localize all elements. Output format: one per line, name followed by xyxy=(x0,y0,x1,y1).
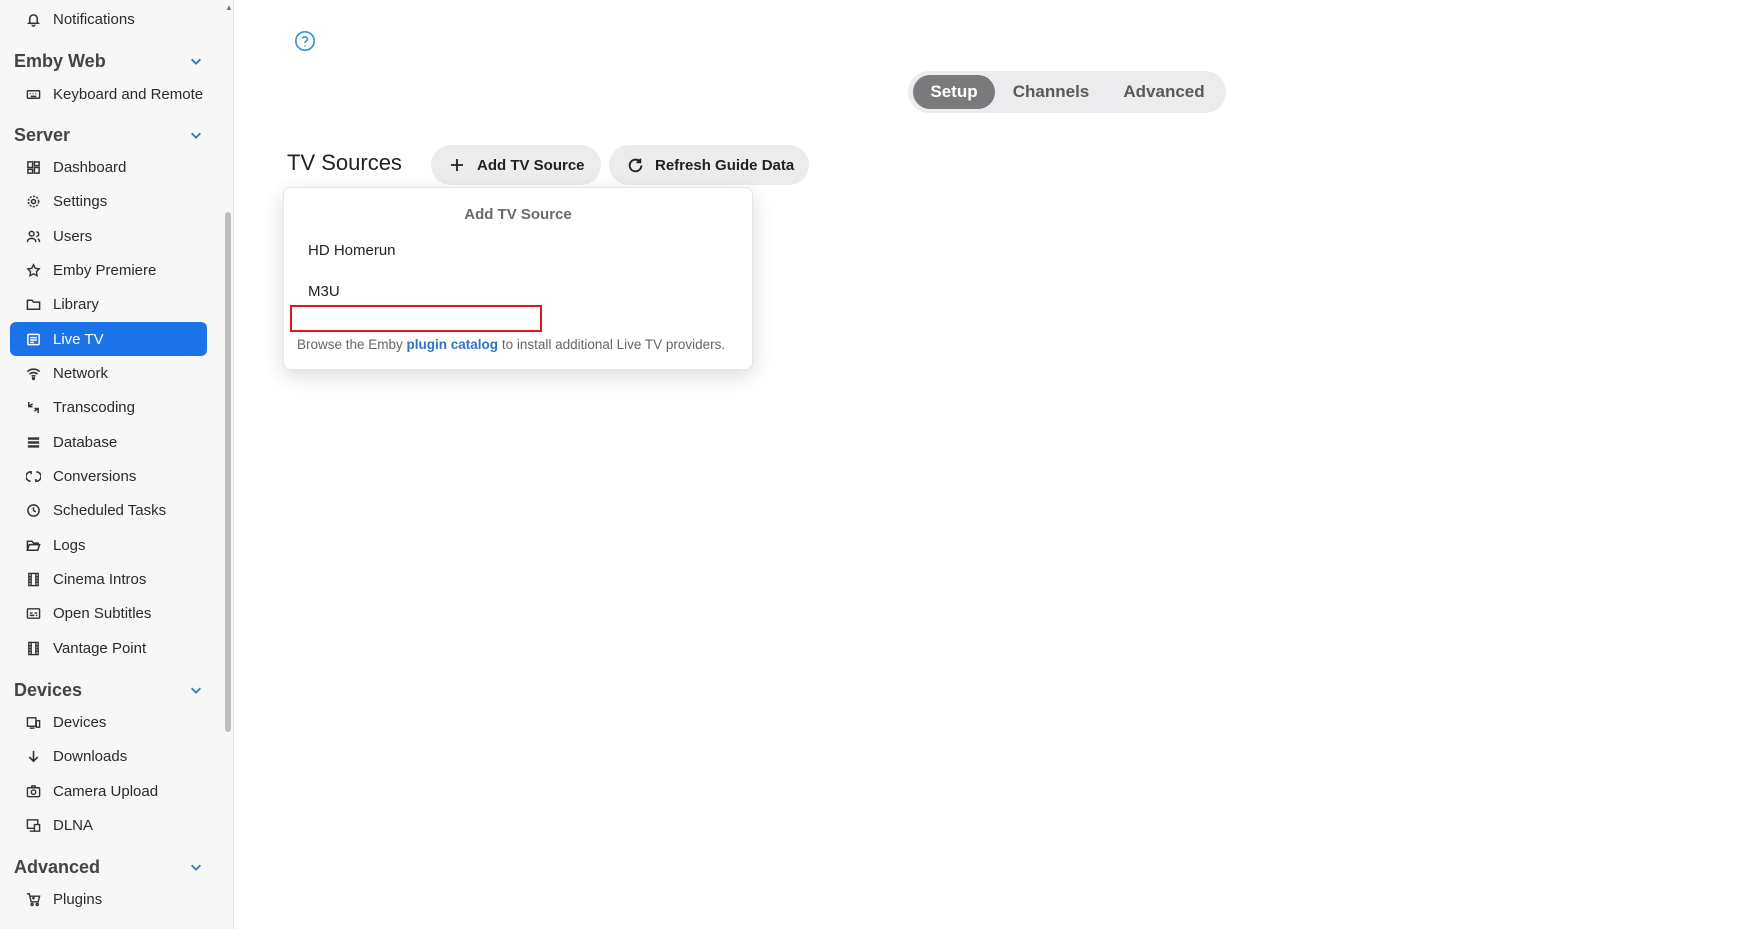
sidebar-item-open-subtitles[interactable]: Open Subtitles xyxy=(10,596,207,630)
sidebar-item-notifications[interactable]: Notifications xyxy=(10,2,207,36)
clock-icon xyxy=(24,501,42,519)
folder-open-icon xyxy=(24,536,42,554)
chevron-down-icon xyxy=(191,687,201,694)
dashboard-icon xyxy=(24,158,42,176)
wifi-icon xyxy=(24,364,42,382)
footer-text-suffix: to install additional Live TV providers. xyxy=(498,337,726,352)
transcode-icon xyxy=(24,398,42,416)
conversion-icon xyxy=(24,467,42,485)
section-devices[interactable]: Devices xyxy=(14,677,207,703)
devices-icon xyxy=(24,713,42,731)
refresh-icon xyxy=(627,156,645,174)
bell-icon xyxy=(24,10,42,28)
sidebar-item-conversions[interactable]: Conversions xyxy=(10,459,207,493)
sidebar-item-camera-upload[interactable]: Camera Upload xyxy=(10,774,207,808)
tab-bar: Setup Channels Advanced xyxy=(908,71,1226,113)
film-icon xyxy=(24,570,42,588)
menu-title: Add TV Source xyxy=(464,206,572,223)
add-tv-source-label: Add TV Source xyxy=(477,156,585,174)
sidebar-item-keyboard-and-remote[interactable]: Keyboard and Remote xyxy=(10,77,207,111)
sidebar-item-users[interactable]: Users xyxy=(10,219,207,253)
sidebar-item-library[interactable]: Library xyxy=(10,287,207,321)
sidebar-item-cinema-intros[interactable]: Cinema Intros xyxy=(10,562,207,596)
users-icon xyxy=(24,227,42,245)
sidebar-item-database[interactable]: Database xyxy=(10,425,207,459)
gear-icon xyxy=(24,192,42,210)
tv-guide-icon xyxy=(24,330,42,348)
sidebar-item-dashboard[interactable]: Dashboard xyxy=(10,150,207,184)
star-icon xyxy=(24,261,42,279)
footer-text-prefix: Browse the Emby xyxy=(297,337,407,352)
add-tv-source-menu: Add TV Source HD Homerun M3U Browse the … xyxy=(283,187,753,370)
sidebar: Notifications Emby Web Keyboard and Remo… xyxy=(0,0,234,929)
section-advanced[interactable]: Advanced xyxy=(14,854,207,880)
add-tv-source-button[interactable]: Add TV Source xyxy=(431,145,601,185)
cart-icon xyxy=(24,890,42,908)
camera-icon xyxy=(24,782,42,800)
menu-item-hd-homerun[interactable]: HD Homerun xyxy=(308,242,396,259)
section-emby-web[interactable]: Emby Web xyxy=(14,48,207,74)
menu-item-m3u[interactable]: M3U xyxy=(308,283,340,300)
sidebar-item-scheduled-tasks[interactable]: Scheduled Tasks xyxy=(10,493,207,527)
scroll-up-arrow-icon[interactable]: ▲ xyxy=(225,3,233,12)
tab-setup[interactable]: Setup xyxy=(913,75,995,109)
chevron-down-icon xyxy=(191,132,201,139)
refresh-guide-data-label: Refresh Guide Data xyxy=(655,156,795,174)
sidebar-item-settings[interactable]: Settings xyxy=(10,184,207,218)
sidebar-item-network[interactable]: Network xyxy=(10,356,207,390)
keyboard-icon xyxy=(24,85,42,103)
sidebar-item-dlna[interactable]: DLNA xyxy=(10,808,207,842)
subtitles-icon xyxy=(24,604,42,622)
sidebar-item-vantage-point[interactable]: Vantage Point xyxy=(10,631,207,665)
tab-advanced[interactable]: Advanced xyxy=(1108,75,1220,109)
chevron-down-icon xyxy=(191,864,201,871)
refresh-guide-data-button[interactable]: Refresh Guide Data xyxy=(609,145,809,185)
database-icon xyxy=(24,433,42,451)
sidebar-item-devices[interactable]: Devices xyxy=(10,705,207,739)
sidebar-item-emby-premiere[interactable]: Emby Premiere xyxy=(10,253,207,287)
folder-icon xyxy=(24,295,42,313)
plus-icon xyxy=(449,156,467,174)
plugin-catalog-link[interactable]: plugin catalog xyxy=(407,337,499,352)
dlna-icon xyxy=(24,816,42,834)
sidebar-item-live-tv[interactable]: Live TV xyxy=(10,322,207,356)
section-server[interactable]: Server xyxy=(14,122,207,148)
highlight-box xyxy=(290,305,542,332)
menu-footer-note: Browse the Emby plugin catalog to instal… xyxy=(297,337,725,352)
help-icon[interactable] xyxy=(294,30,316,52)
download-arrow-icon xyxy=(24,747,42,765)
chevron-down-icon xyxy=(191,58,201,65)
sidebar-item-downloads[interactable]: Downloads xyxy=(10,739,207,773)
tab-channels[interactable]: Channels xyxy=(1005,75,1097,109)
sidebar-item-transcoding[interactable]: Transcoding xyxy=(10,390,207,424)
sidebar-item-logs[interactable]: Logs xyxy=(10,528,207,562)
film-icon xyxy=(24,639,42,657)
sidebar-scrollbar-thumb[interactable] xyxy=(225,212,231,732)
sidebar-item-plugins[interactable]: Plugins xyxy=(10,882,207,916)
page-title: TV Sources xyxy=(287,150,402,175)
